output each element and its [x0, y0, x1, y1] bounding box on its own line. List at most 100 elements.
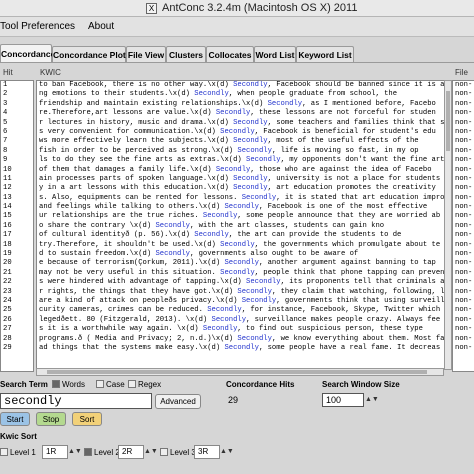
hit-number[interactable]: 6 — [1, 128, 33, 137]
kwic-keyword[interactable]: Secondly — [246, 156, 281, 164]
hit-number[interactable]: 28 — [1, 335, 33, 344]
file-name[interactable]: non- — [453, 231, 474, 240]
kwic-row[interactable]: ain processes parts of spoken language.\… — [37, 175, 445, 184]
kwic-keyword[interactable]: Secondly — [194, 90, 229, 98]
kwic-row[interactable]: r rights, the things that they have got.… — [37, 288, 445, 297]
hit-number[interactable]: 11 — [1, 175, 33, 184]
file-name[interactable]: non- — [453, 175, 474, 184]
hit-number[interactable]: 22 — [1, 278, 33, 287]
hit-number[interactable]: 25 — [1, 306, 33, 315]
kwic-row[interactable]: re.Therefore,art lessons are value.\x(d)… — [37, 109, 445, 118]
kwic-keyword[interactable]: Secondly — [224, 203, 259, 211]
file-name[interactable]: non- — [453, 119, 474, 128]
kwic-keyword[interactable]: Secondly — [233, 137, 268, 145]
hit-number[interactable]: 18 — [1, 241, 33, 250]
hit-number[interactable]: 3 — [1, 100, 33, 109]
kwic-row[interactable]: friendship and maintain existing relatio… — [37, 100, 445, 109]
kwic-keyword[interactable]: Secondly — [220, 241, 255, 249]
level1-spinner-icon[interactable]: ▲▼ — [68, 446, 82, 458]
kwic-keyword[interactable]: Secondly — [203, 212, 238, 220]
regex-option[interactable]: Regex — [128, 380, 161, 389]
file-name[interactable]: non- — [453, 184, 474, 193]
kwic-keyword[interactable]: Secondly — [207, 306, 242, 314]
file-name[interactable]: non- — [453, 100, 474, 109]
kwic-keyword[interactable]: Secondly — [268, 100, 303, 108]
file-name[interactable]: non- — [453, 156, 474, 165]
file-name[interactable]: non- — [453, 297, 474, 306]
file-name[interactable]: non- — [453, 259, 474, 268]
file-name[interactable]: non- — [453, 241, 474, 250]
advanced-button[interactable]: Advanced — [155, 394, 201, 409]
kwic-row[interactable]: e because of terrorism(Çorkum, 2011).\x(… — [37, 259, 445, 268]
tab-clusters[interactable]: Clusters — [166, 46, 206, 63]
hit-number[interactable]: 16 — [1, 222, 33, 231]
kwic-row[interactable]: of them that damages a family life.\x(d)… — [37, 166, 445, 175]
level2-select[interactable]: 2R — [118, 445, 144, 459]
kwic-keyword[interactable]: Secondly — [233, 184, 268, 192]
hit-number[interactable]: 17 — [1, 231, 33, 240]
kwic-keyword[interactable]: Secondly — [155, 222, 190, 230]
kwic-row[interactable]: ng emotions to their students.\x(d) Seco… — [37, 90, 445, 99]
hit-number[interactable]: 29 — [1, 344, 33, 353]
file-name[interactable]: non- — [453, 250, 474, 259]
level2-spinner-icon[interactable]: ▲▼ — [144, 446, 158, 458]
file-name[interactable]: non- — [453, 128, 474, 137]
search-term-input[interactable]: secondly — [0, 393, 152, 409]
file-name[interactable]: non- — [453, 212, 474, 221]
start-button[interactable]: Start — [0, 412, 30, 426]
kwic-keyword[interactable]: Secondly — [242, 194, 277, 202]
hit-number[interactable]: 2 — [1, 90, 33, 99]
level3-checkbox[interactable] — [160, 448, 168, 456]
spinner-arrows-icon[interactable]: ▲▼ — [365, 394, 379, 406]
hit-number[interactable]: 14 — [1, 203, 33, 212]
tab-collocates[interactable]: Collocates — [206, 46, 254, 63]
tab-file-view[interactable]: File View — [126, 46, 166, 63]
file-name[interactable]: non- — [453, 269, 474, 278]
file-name[interactable]: non- — [453, 90, 474, 99]
kwic-row[interactable]: to ban Facebook, there is no other way.\… — [37, 81, 445, 90]
file-name[interactable]: non- — [453, 278, 474, 287]
file-name[interactable]: non- — [453, 194, 474, 203]
file-name[interactable]: non- — [453, 335, 474, 344]
hit-number[interactable]: 9 — [1, 156, 33, 165]
stop-button[interactable]: Stop — [36, 412, 66, 426]
kwic-keyword[interactable]: Secondly — [216, 166, 251, 174]
kwic-row[interactable]: y in a art lessons with this education.\… — [37, 184, 445, 193]
kwic-row[interactable]: s were hindered with advantage of tappin… — [37, 278, 445, 287]
kwic-keyword[interactable]: Secondly — [224, 344, 259, 352]
horizontal-scroll-thumb[interactable] — [47, 370, 427, 374]
hit-column[interactable]: 1 2 3 4 5 6 7 8 9 10 11 12 13 14 15 16 17 18 19 20 21 22 23 24 2… — [0, 80, 34, 372]
case-option[interactable]: Case — [96, 380, 125, 389]
kwic-row[interactable]: programs.ð ( Media and Privacy; 2, n.d.)… — [37, 335, 445, 344]
level1-option[interactable]: Level 1 — [0, 448, 36, 457]
file-name[interactable]: non- — [453, 316, 474, 325]
file-name[interactable]: non- — [453, 325, 474, 334]
kwic-keyword[interactable]: Secondly — [233, 81, 268, 89]
tab-keyword-list[interactable]: Keyword List — [296, 46, 354, 63]
level2-option[interactable]: Level 2 — [84, 448, 120, 457]
file-name[interactable]: non- — [453, 344, 474, 353]
kwic-vertical-scrollbar[interactable] — [444, 80, 452, 370]
file-name[interactable]: non- — [453, 203, 474, 212]
file-name[interactable]: non- — [453, 147, 474, 156]
kwic-row[interactable]: of cultural identityð (p. 56).\x(d) Seco… — [37, 231, 445, 240]
hit-number[interactable]: 20 — [1, 259, 33, 268]
kwic-keyword[interactable]: Secondly — [194, 231, 229, 239]
kwic-row[interactable]: try.Therefore, it shouldn't be used.\x(d… — [37, 241, 445, 250]
kwic-row[interactable]: fish in order to be perceived as strong.… — [37, 147, 445, 156]
tab-word-list[interactable]: Word List — [254, 46, 296, 63]
level2-checkbox[interactable] — [84, 448, 92, 456]
kwic-keyword[interactable]: Secondly — [233, 119, 268, 127]
kwic-keyword[interactable]: Secondly — [220, 128, 255, 136]
level1-checkbox[interactable] — [0, 448, 8, 456]
kwic-keyword[interactable]: Secondly — [246, 278, 281, 286]
kwic-pane[interactable]: to ban Facebook, there is no other way.\… — [36, 80, 446, 370]
menu-about[interactable]: About — [88, 21, 114, 32]
file-name[interactable]: non- — [453, 306, 474, 315]
kwic-keyword[interactable]: Secondly — [237, 288, 272, 296]
vertical-scroll-thumb[interactable] — [446, 91, 450, 151]
kwic-row[interactable]: ur relationships are the true riches. Se… — [37, 212, 445, 221]
hit-number[interactable]: 23 — [1, 288, 33, 297]
hit-number[interactable]: 15 — [1, 212, 33, 221]
hit-number[interactable]: 21 — [1, 269, 33, 278]
